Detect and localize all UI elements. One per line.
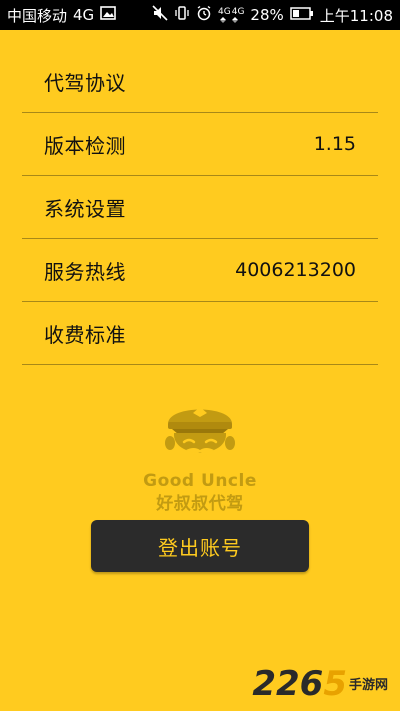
alarm-clock-icon (196, 5, 212, 25)
settings-item-service-hotline[interactable]: 服务热线 4006213200 (22, 239, 378, 302)
clock-time: 上午11:08 (319, 6, 393, 25)
mute-icon (152, 5, 168, 25)
hotline-number: 4006213200 (235, 259, 356, 281)
settings-item-label: 系统设置 (44, 196, 126, 221)
settings-item-label: 服务热线 (44, 259, 126, 284)
settings-item-pricing[interactable]: 收费标准 (22, 302, 378, 365)
battery-icon (290, 6, 314, 24)
watermark-number: 2265 (252, 667, 347, 701)
status-left: 中国移动 4G (7, 5, 116, 26)
brand-logo: Good Uncle 好叔叔代驾 (0, 393, 400, 514)
logout-button[interactable]: 登出账号 (91, 520, 309, 572)
version-number: 1.15 (313, 133, 356, 155)
settings-list: 代驾协议 版本检测 1.15 系统设置 服务热线 4006213200 收费标准 (22, 50, 378, 365)
status-right: 4G 4G 28% 上午11:08 (152, 5, 393, 26)
watermark-text: 手游网 (348, 678, 388, 693)
site-watermark: 2265 手游网 (252, 667, 388, 701)
logo-chinese-text: 好叔叔代驾 (156, 494, 244, 514)
network-type: 4G (73, 6, 95, 24)
settings-item-agreement[interactable]: 代驾协议 (22, 50, 378, 113)
battery-percent: 28% (250, 6, 284, 24)
settings-item-label: 版本检测 (44, 133, 126, 158)
network-small-1: 4G (218, 6, 231, 17)
settings-item-version-check[interactable]: 版本检测 1.15 (22, 113, 378, 176)
settings-item-label: 收费标准 (44, 322, 126, 347)
image-notification-icon (100, 6, 116, 24)
dual-network-icon: 4G 4G (218, 6, 245, 23)
carrier-name: 中国移动 (7, 6, 68, 25)
watermark-number-accent: 5 (323, 664, 347, 704)
settings-item-system-settings[interactable]: 系统设置 (22, 176, 378, 239)
settings-item-label: 代驾协议 (44, 70, 126, 95)
watermark-number-main: 226 (252, 664, 324, 704)
uncle-mascot-icon (165, 407, 235, 459)
logout-button-label: 登出账号 (158, 535, 242, 560)
vibrate-icon (174, 5, 190, 25)
status-bar: 中国移动 4G 4G 4G 28% 上午11:08 (0, 0, 400, 30)
network-small-2: 4G (231, 6, 245, 17)
logo-english-text: Good Uncle (143, 471, 257, 491)
